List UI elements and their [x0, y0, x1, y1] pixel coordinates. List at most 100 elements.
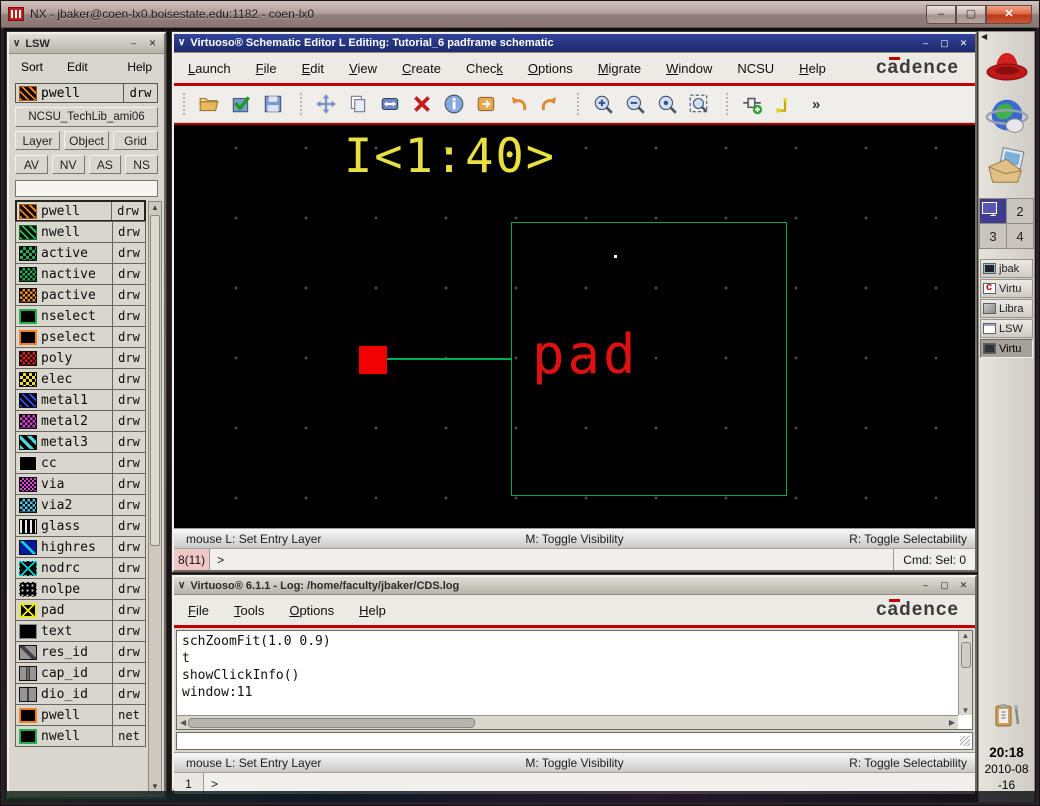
- object-info-button[interactable]: [439, 90, 469, 118]
- bus-net-label[interactable]: I<1:40>: [344, 129, 556, 184]
- maximize-button[interactable]: ▢: [937, 37, 952, 50]
- layer-filter-input[interactable]: [15, 180, 158, 197]
- menu-item[interactable]: NCSU: [737, 61, 774, 76]
- taskbar-item[interactable]: Libra: [980, 299, 1033, 318]
- menu-item[interactable]: File: [256, 61, 277, 76]
- layer-row[interactable]: pwell net: [15, 704, 146, 726]
- toolbar-overflow-button[interactable]: »: [806, 96, 826, 113]
- layer-row[interactable]: pwell drw: [15, 200, 146, 222]
- layer-row[interactable]: metal1 drw: [15, 389, 146, 411]
- save-button[interactable]: [258, 90, 288, 118]
- minimize-button[interactable]: –: [918, 37, 933, 50]
- nx-titlebar[interactable]: NX - jbaker@coen-lx0.boisestate.edu:1182…: [1, 1, 1039, 28]
- scroll-left-icon[interactable]: ◀: [180, 718, 186, 727]
- layer-row[interactable]: res_id drw: [15, 641, 146, 663]
- property-editor-button[interactable]: [471, 90, 501, 118]
- window-menu-chevron-icon[interactable]: ∨: [13, 38, 20, 49]
- layer-row[interactable]: nolpe drw: [15, 578, 146, 600]
- redhat-launcher[interactable]: [983, 43, 1031, 89]
- menu-item[interactable]: Migrate: [598, 61, 641, 76]
- redo-button[interactable]: [535, 90, 565, 118]
- scroll-right-icon[interactable]: ▶: [949, 718, 955, 727]
- email-launcher[interactable]: [983, 143, 1031, 189]
- menu-item[interactable]: Options: [528, 61, 573, 76]
- web-browser-launcher[interactable]: [983, 93, 1031, 139]
- workspace-cell[interactable]: 1: [980, 199, 1006, 223]
- log-vertical-scrollbar[interactable]: ▲ ▼: [958, 631, 972, 715]
- toolbar-drag-handle[interactable]: [577, 93, 581, 115]
- lsw-titlebar[interactable]: ∨ LSW – ✕: [9, 34, 164, 54]
- menu-item[interactable]: Sort: [21, 60, 43, 74]
- close-button[interactable]: ✕: [145, 37, 160, 50]
- zoom-to-point-button[interactable]: [652, 90, 682, 118]
- layer-row[interactable]: via drw: [15, 473, 146, 495]
- wire-pin-square[interactable]: [359, 346, 387, 374]
- layer-row[interactable]: nselect drw: [15, 305, 146, 327]
- toolbar-drag-handle[interactable]: [183, 93, 187, 115]
- layer-row[interactable]: cc drw: [15, 452, 146, 474]
- menu-item[interactable]: Edit: [302, 61, 324, 76]
- lsw-filter-button[interactable]: Grid: [113, 131, 158, 150]
- scrollbar-thumb[interactable]: [960, 642, 971, 668]
- scroll-down-icon[interactable]: ▼: [962, 706, 970, 715]
- workspace-cell[interactable]: 2: [1007, 199, 1033, 223]
- scroll-down-icon[interactable]: ▼: [151, 781, 159, 793]
- layer-row[interactable]: active drw: [15, 242, 146, 264]
- layer-row[interactable]: dio_id drw: [15, 683, 146, 705]
- log-titlebar[interactable]: ∨ Virtuoso® 6.1.1 - Log: /home/faculty/j…: [174, 577, 975, 595]
- layer-row[interactable]: nactive drw: [15, 263, 146, 285]
- close-button[interactable]: ✕: [986, 4, 1032, 24]
- stretch-button[interactable]: [375, 90, 405, 118]
- close-button[interactable]: ✕: [956, 37, 971, 50]
- menu-item[interactable]: Create: [402, 61, 441, 76]
- menu-item[interactable]: Help: [359, 603, 386, 618]
- workspace-cell[interactable]: 4: [1007, 224, 1033, 248]
- layer-row[interactable]: highres drw: [15, 536, 146, 558]
- scroll-up-icon[interactable]: ▲: [962, 631, 970, 640]
- layer-row[interactable]: pad drw: [15, 599, 146, 621]
- check-and-save-button[interactable]: [226, 90, 256, 118]
- layer-row[interactable]: poly drw: [15, 347, 146, 369]
- log-horizontal-scrollbar[interactable]: ◀ ▶: [177, 715, 958, 729]
- menu-item[interactable]: File: [188, 603, 209, 618]
- current-layer-display[interactable]: pwell drw: [9, 80, 164, 106]
- pad-instance-label[interactable]: pad: [532, 323, 639, 386]
- layer-row[interactable]: via2 drw: [15, 494, 146, 516]
- lsw-visibility-button[interactable]: NV: [51, 155, 85, 174]
- menu-item[interactable]: Options: [289, 603, 334, 618]
- toolbar-drag-handle[interactable]: [300, 93, 304, 115]
- lsw-filter-button[interactable]: Layer: [15, 131, 60, 150]
- schematic-canvas[interactable]: I<1:40> pad: [174, 125, 975, 528]
- schematic-wire[interactable]: [387, 358, 512, 360]
- layer-row[interactable]: nwell net: [15, 725, 146, 747]
- scrollbar-thumb[interactable]: [188, 717, 475, 728]
- menu-item[interactable]: Edit: [67, 60, 88, 74]
- command-prompt[interactable]: >: [210, 553, 893, 567]
- layer-row[interactable]: metal3 drw: [15, 431, 146, 453]
- scrollbar-thumb[interactable]: [150, 215, 160, 546]
- undo-button[interactable]: [503, 90, 533, 118]
- layer-row[interactable]: metal2 drw: [15, 410, 146, 432]
- taskbar-item[interactable]: jbak: [980, 259, 1033, 278]
- lsw-visibility-button[interactable]: AS: [88, 155, 122, 174]
- command-prompt[interactable]: >: [204, 777, 975, 791]
- workspace-cell[interactable]: 3: [980, 224, 1006, 248]
- create-wire-name-button[interactable]: [769, 90, 799, 118]
- maximize-button[interactable]: ▢: [937, 579, 952, 592]
- menu-item[interactable]: View: [349, 61, 377, 76]
- delete-button[interactable]: [407, 90, 437, 118]
- window-menu-chevron-icon[interactable]: ∨: [178, 38, 185, 48]
- schematic-titlebar[interactable]: ∨ Virtuoso® Schematic Editor L Editing: …: [174, 34, 975, 53]
- menu-item[interactable]: Check: [466, 61, 503, 76]
- log-output-area[interactable]: schZoomFit(1.0 0.9) t showClickInfo() windo…: [176, 630, 973, 730]
- create-instance-button[interactable]: [737, 90, 767, 118]
- window-menu-chevron-icon[interactable]: ∨: [178, 580, 185, 591]
- lsw-visibility-button[interactable]: AV: [15, 155, 48, 174]
- menu-item[interactable]: Launch: [188, 61, 231, 76]
- menu-item[interactable]: Window: [666, 61, 712, 76]
- layer-row[interactable]: nodrc drw: [15, 557, 146, 579]
- clipboard-applet[interactable]: [992, 702, 1022, 735]
- zoom-in-button[interactable]: [588, 90, 618, 118]
- layer-row[interactable]: cap_id drw: [15, 662, 146, 684]
- move-button[interactable]: [311, 90, 341, 118]
